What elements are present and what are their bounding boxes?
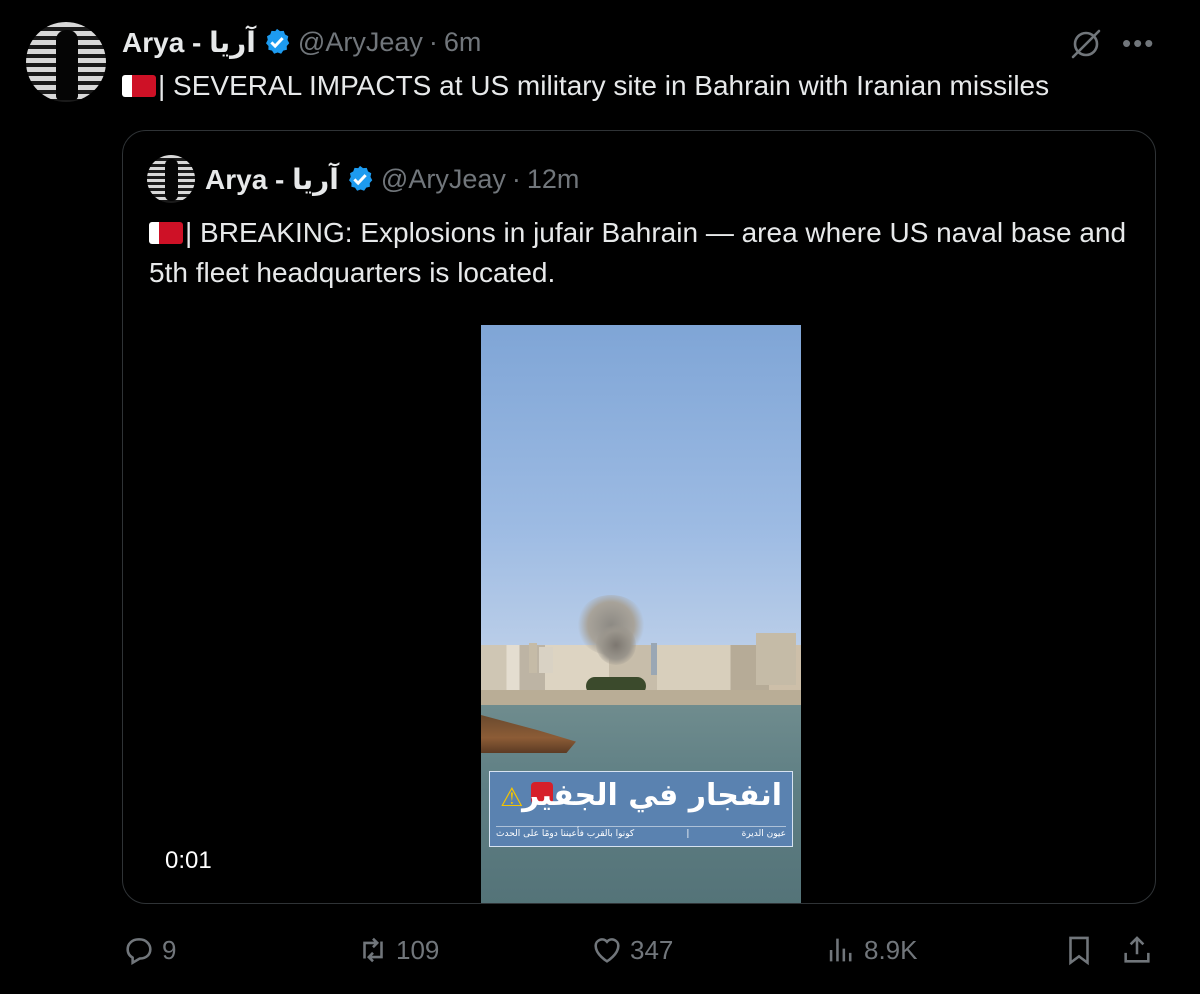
- like-count: 347: [630, 934, 674, 965]
- quoted-tweet-card[interactable]: Arya - آریا @AryJeay · 12m | BREAKING: E…: [122, 130, 1156, 904]
- views-button[interactable]: 8.9K: [824, 926, 918, 974]
- quoted-author-name[interactable]: Arya - آریا: [205, 163, 339, 196]
- separator-dot: ·: [428, 26, 438, 57]
- author-name[interactable]: Arya - آریا: [122, 26, 256, 59]
- video-building: [651, 643, 657, 675]
- banner-title: انفجار في الجفير: [522, 778, 782, 813]
- video-smoke: [596, 625, 636, 665]
- heart-icon: [594, 938, 620, 963]
- author-avatar[interactable]: [26, 22, 106, 102]
- tweet-text-body: | SEVERAL IMPACTS at US military site in…: [158, 70, 1050, 101]
- bookmark-icon: [1069, 936, 1089, 966]
- quoted-tweet-header: Arya - آریا @AryJeay · 12m: [205, 161, 579, 197]
- tweet-time[interactable]: 6m: [444, 27, 482, 58]
- banner-sub-divider: |: [686, 829, 690, 839]
- tweet-text: | SEVERAL IMPACTS at US military site in…: [122, 68, 1049, 104]
- quoted-author-handle[interactable]: @AryJeay: [381, 164, 506, 195]
- bookmark-button[interactable]: [1062, 926, 1102, 974]
- grok-icon[interactable]: [1068, 26, 1104, 62]
- video-player[interactable]: ⚠ انفجار في الجفير كونوا بالقرب فأعيننا …: [481, 325, 801, 903]
- banner-sub-left: كونوا بالقرب فأعيننا دومًا على الحدث: [496, 829, 635, 839]
- banner-sub-right: عيون الديرة: [741, 829, 786, 839]
- video-building: [529, 643, 537, 673]
- like-button[interactable]: 347: [590, 926, 673, 974]
- repost-count: 109: [396, 934, 440, 965]
- analytics-icon: [829, 938, 852, 962]
- video-building: [756, 633, 796, 685]
- bahrain-flag-icon: [122, 75, 156, 97]
- bahrain-flag-icon: [149, 222, 183, 244]
- more-options-button[interactable]: •••: [1122, 28, 1155, 59]
- warning-icon: ⚠: [500, 782, 524, 812]
- video-timestamp: 0:01: [165, 847, 212, 874]
- quoted-tweet-text-body: | BREAKING: Explosions in jufair Bahrain…: [149, 217, 1127, 288]
- share-button[interactable]: [1120, 926, 1160, 974]
- tweet-header: Arya - آریا @AryJeay · 6m: [122, 24, 481, 60]
- author-handle[interactable]: @AryJeay: [298, 27, 423, 58]
- banner-subtitle: كونوا بالقرب فأعيننا دومًا على الحدث | ع…: [496, 826, 786, 843]
- separator-dot: ·: [511, 163, 521, 194]
- video-news-banner: ⚠ انفجار في الجفير كونوا بالقرب فأعيننا …: [489, 771, 793, 847]
- tweet-actions-bar: 9 109 347 8.9K: [0, 926, 1200, 976]
- video-building: [539, 647, 553, 673]
- share-icon: [1124, 936, 1150, 963]
- repost-button[interactable]: 109: [356, 926, 439, 974]
- reply-icon: [126, 938, 152, 966]
- reply-count: 9: [162, 934, 177, 965]
- verified-badge-icon[interactable]: [262, 27, 292, 57]
- quoted-tweet-time[interactable]: 12m: [527, 164, 580, 195]
- verified-badge-icon[interactable]: [345, 164, 375, 194]
- reply-button[interactable]: 9: [122, 926, 176, 974]
- quoted-author-avatar[interactable]: [147, 155, 195, 203]
- quoted-tweet-text: | BREAKING: Explosions in jufair Bahrain…: [149, 213, 1129, 293]
- view-count: 8.9K: [864, 934, 918, 965]
- repost-icon: [363, 937, 383, 963]
